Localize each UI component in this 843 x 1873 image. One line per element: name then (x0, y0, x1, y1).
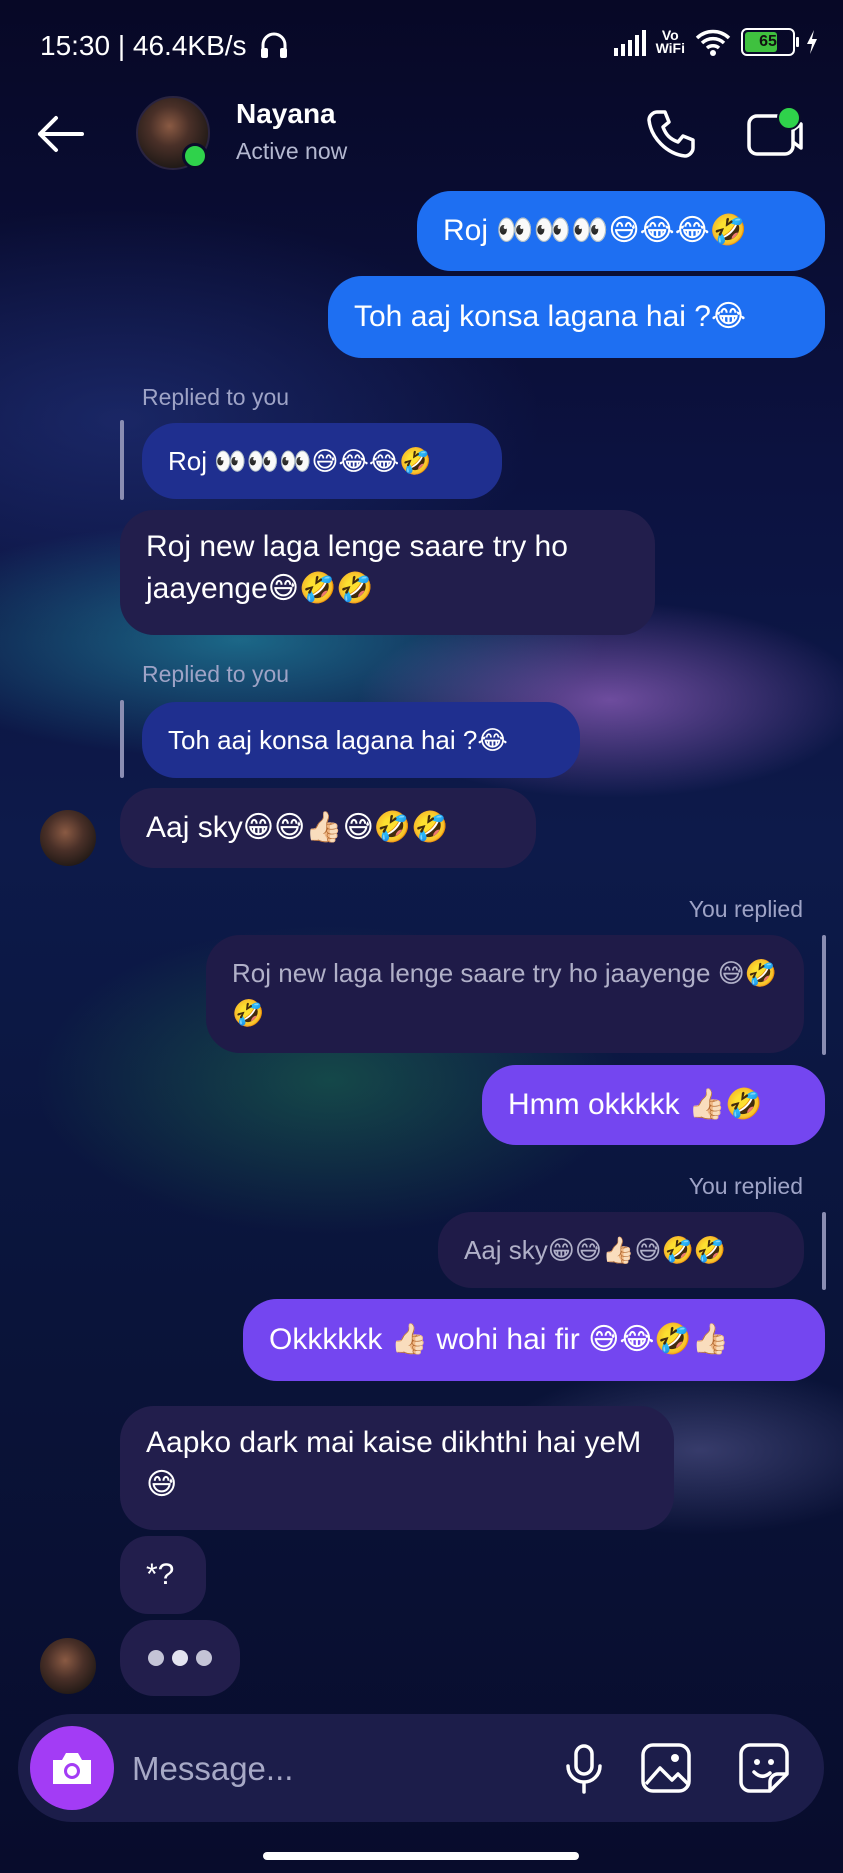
reply-indicator-bar (120, 700, 124, 778)
home-indicator[interactable] (263, 1852, 579, 1860)
reply-indicator-bar (822, 935, 826, 1055)
message-incoming[interactable]: Roj new laga lenge saare try ho jaayenge… (120, 510, 655, 635)
status-bar: 15:30 | 46.4KB/s Vo WiFi 65 (0, 0, 843, 92)
status-icons: Vo WiFi 65 (613, 27, 819, 56)
phone-icon[interactable] (643, 106, 699, 162)
battery-level: 65 (759, 33, 777, 50)
online-indicator (182, 143, 208, 169)
message-outgoing[interactable]: Toh aaj konsa lagana hai ?😂 (328, 276, 825, 358)
contact-avatar-small[interactable] (40, 1638, 96, 1694)
status-time-speed: 15:30 | 46.4KB/s (40, 30, 247, 61)
message-outgoing[interactable]: Roj 👀👀👀😅😂😂🤣 (417, 191, 825, 271)
replied-label: Replied to you (142, 661, 290, 687)
reply-indicator-bar (120, 420, 124, 500)
message-incoming[interactable]: *? (120, 1536, 206, 1614)
message-outgoing[interactable]: Okkkkkk 👍🏻 wohi hai fir 😅😂🤣👍🏻 (243, 1299, 825, 1381)
back-arrow-icon[interactable] (32, 106, 88, 162)
you-replied-label: You replied (688, 1173, 803, 1199)
message-incoming[interactable]: Aaj sky😁😅👍🏻😅🤣🤣 (120, 788, 536, 868)
headphones-icon (261, 32, 287, 58)
message-outgoing[interactable]: Hmm okkkkk 👍🏻🤣 (482, 1065, 825, 1145)
microphone-icon[interactable] (556, 1740, 612, 1796)
message-input[interactable] (130, 1746, 534, 1792)
you-replied-label: You replied (688, 896, 803, 922)
contact-name[interactable]: Nayana (236, 98, 336, 130)
quoted-message[interactable]: Roj new laga lenge saare try ho jaayenge… (206, 935, 804, 1053)
camera-icon (53, 1753, 91, 1784)
sticker-icon[interactable] (736, 1740, 792, 1796)
quoted-message[interactable]: Toh aaj konsa lagana hai ?😂 (142, 702, 580, 778)
image-icon[interactable] (638, 1740, 694, 1796)
reply-indicator-bar (822, 1212, 826, 1290)
message-composer (18, 1714, 824, 1822)
quoted-message[interactable]: Roj 👀👀👀😅😂😂🤣 (142, 423, 502, 499)
camera-button[interactable] (30, 1726, 114, 1810)
quoted-message[interactable]: Aaj sky😁😅👍🏻😅🤣🤣 (438, 1212, 804, 1288)
battery-icon: 65 (741, 28, 799, 56)
vowifi-icon: Vo WiFi (655, 27, 685, 56)
signal-icon (613, 28, 646, 56)
replied-label: Replied to you (142, 384, 290, 410)
message-incoming[interactable]: Aapko dark mai kaise dikhthi hai yeM😅 (120, 1406, 674, 1530)
video-active-indicator (777, 106, 801, 130)
charging-icon (807, 30, 817, 54)
contact-status: Active now (236, 138, 348, 164)
contact-avatar-small[interactable] (40, 810, 96, 866)
typing-indicator (120, 1620, 240, 1696)
wifi-icon (695, 29, 731, 56)
